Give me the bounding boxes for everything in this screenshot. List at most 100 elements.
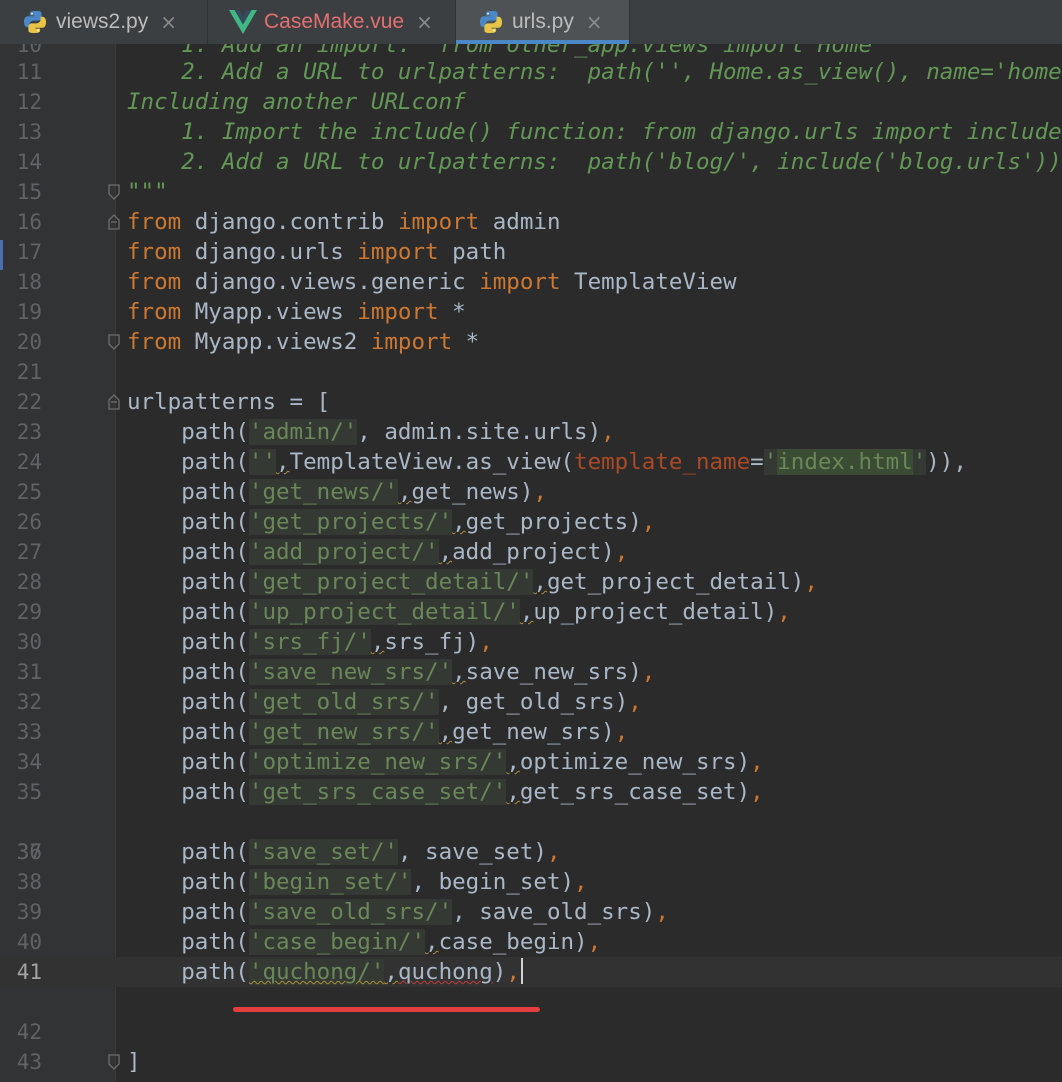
template-string: index.html xyxy=(777,449,913,475)
path-call: path('get_srs_case_set/',get_srs_case_se… xyxy=(127,777,764,807)
line-number: 13 xyxy=(16,120,42,144)
keyword: from xyxy=(127,269,182,295)
tab-urls-py[interactable]: urls.py × xyxy=(456,0,630,44)
keyword-argument: template_name xyxy=(574,449,751,475)
close-tab-icon[interactable]: × xyxy=(160,10,177,34)
path-function: path( xyxy=(181,779,249,805)
import-name: admin xyxy=(492,209,561,235)
keyword: import xyxy=(357,239,439,265)
line-number: 40 xyxy=(16,930,42,954)
fold-icon[interactable] xyxy=(108,394,120,410)
vue-icon xyxy=(228,8,258,36)
view-name: up_project_detail xyxy=(533,599,764,625)
import-name: TemplateView xyxy=(574,269,737,295)
python-icon xyxy=(476,8,506,36)
keyword: import xyxy=(370,329,453,355)
equals-sign: = xyxy=(750,449,764,475)
route-string: 'quchong/' xyxy=(248,959,385,985)
call-close: ), xyxy=(492,959,520,985)
route-string: 'save_old_srs/' xyxy=(248,899,453,925)
route-string: 'srs_fj/' xyxy=(248,629,371,655)
path-function: path( xyxy=(181,869,249,895)
path-function: path( xyxy=(181,689,249,715)
code-editor[interactable]: 10 1. Add an import: from other_app.view… xyxy=(0,44,1062,1082)
code-line: 20 from Myapp.views2 import * xyxy=(0,327,1062,357)
keyword: from xyxy=(127,209,182,235)
fold-icon[interactable] xyxy=(108,214,120,230)
tab-label: views2.py xyxy=(56,10,149,33)
path-call: path('admin/', admin.site.urls), xyxy=(127,417,615,447)
tab-views2-py[interactable]: views2.py × xyxy=(0,0,208,44)
view-name: srs_fj xyxy=(384,629,466,655)
route-string: 'optimize_new_srs/' xyxy=(248,749,507,775)
path-function: path( xyxy=(181,929,249,955)
separator: , xyxy=(452,659,466,685)
code-line: 24 path('',TemplateView.as_view(template… xyxy=(0,447,1062,477)
module-name: django.views.generic xyxy=(194,269,466,295)
code-line: 21 xyxy=(0,357,1062,387)
code-line: 15 """ xyxy=(0,177,1062,207)
urlpatterns-declaration: urlpatterns = [ xyxy=(127,389,331,415)
code-line: 11 2. Add a URL to urlpatterns: path('',… xyxy=(0,57,1062,87)
path-call: path('begin_set/', begin_set), xyxy=(127,867,588,897)
path-function: path( xyxy=(181,659,249,685)
fold-end-icon[interactable] xyxy=(108,1054,120,1070)
line-number: 43 xyxy=(16,1050,42,1074)
close-tab-icon[interactable]: × xyxy=(416,10,433,34)
fold-end-icon[interactable] xyxy=(108,334,120,350)
separator: , xyxy=(370,629,385,655)
separator: , xyxy=(506,749,520,775)
path-function: path( xyxy=(181,959,249,985)
url-pattern-line: 26 path('get_projects/',get_projects), xyxy=(0,507,1062,537)
red-underline-annotation xyxy=(233,1007,540,1012)
route-string: 'begin_set/' xyxy=(248,869,412,895)
code-line: 42 xyxy=(0,1017,1062,1047)
tab-casemake-vue[interactable]: CaseMake.vue × xyxy=(208,0,456,44)
path-call: path('case_begin/',case_begin), xyxy=(127,927,601,957)
url-pattern-line: 40 path('case_begin/',case_begin), xyxy=(0,927,1062,957)
fold-end-icon[interactable] xyxy=(108,184,120,200)
url-pattern-line: 38 path('begin_set/', begin_set), xyxy=(0,867,1062,897)
code-line: 18 from django.views.generic import Temp… xyxy=(0,267,1062,297)
python-icon xyxy=(20,8,50,36)
code-line: 19 from Myapp.views import * xyxy=(0,297,1062,327)
quote: ' xyxy=(912,449,927,475)
call-close: ), xyxy=(614,689,642,715)
separator: , xyxy=(438,689,466,715)
path-call: path( xyxy=(127,449,249,475)
line-number: 11 xyxy=(16,60,42,84)
separator: , xyxy=(533,569,547,595)
call-close: ), xyxy=(628,659,656,685)
line-number: 25 xyxy=(16,480,42,504)
close-tab-icon[interactable]: × xyxy=(586,10,603,34)
line-number: 30 xyxy=(16,630,42,654)
line-number: 42 xyxy=(16,1020,42,1044)
line-number: 31 xyxy=(16,660,42,684)
path-function: path( xyxy=(181,629,249,655)
call-close: ), xyxy=(601,719,629,745)
keyword: import xyxy=(397,209,480,235)
keyword: from xyxy=(127,329,182,355)
path-call: path('get_news/',get_news), xyxy=(127,477,547,507)
separator: , xyxy=(411,869,439,895)
separator: , xyxy=(357,419,385,445)
path-function: path( xyxy=(181,569,249,595)
path-call: path('up_project_detail/',up_project_det… xyxy=(127,597,791,627)
path-function: path( xyxy=(181,899,249,925)
path-function: path( xyxy=(181,719,249,745)
line-number: 23 xyxy=(16,420,42,444)
line-number: 14 xyxy=(16,150,42,174)
url-pattern-line: 31 path('save_new_srs/',save_new_srs), xyxy=(0,657,1062,687)
route-string: 'get_news/' xyxy=(248,479,398,505)
module-name: Myapp.views2 xyxy=(194,329,358,355)
line-number: 20 xyxy=(16,330,42,354)
view-name: get_projects xyxy=(465,509,629,535)
separator: , xyxy=(438,539,453,565)
line-number: 38 xyxy=(16,870,42,894)
line-number: 28 xyxy=(16,570,42,594)
url-pattern-line: 23 path('admin/', admin.site.urls), xyxy=(0,417,1062,447)
view-name: get_old_srs xyxy=(465,689,615,715)
import-name: * xyxy=(465,329,480,355)
module-name: django.contrib xyxy=(194,209,385,235)
path-call: path('get_projects/',get_projects), xyxy=(127,507,655,537)
